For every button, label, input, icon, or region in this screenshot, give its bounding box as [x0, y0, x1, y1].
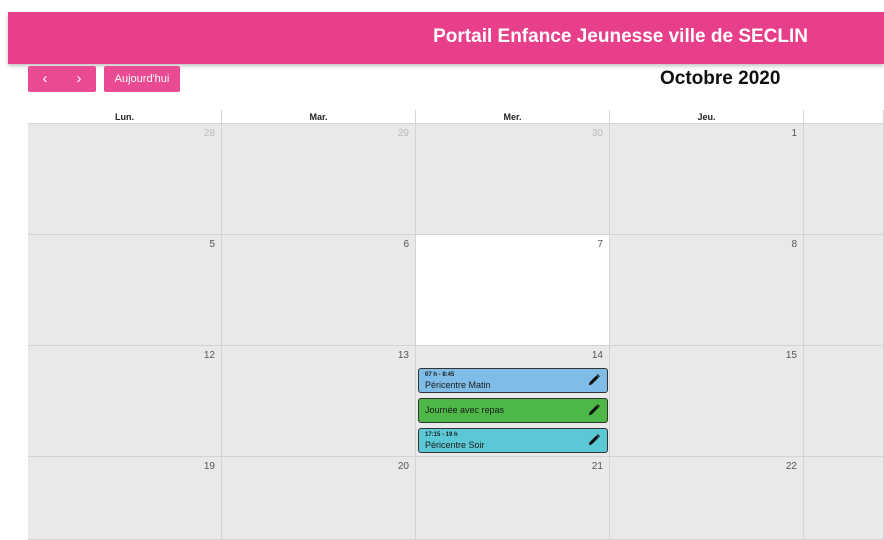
weekday-header-mon: Lun. — [28, 110, 222, 124]
event-title: Journée avec repas — [425, 405, 505, 415]
day-cell[interactable]: 12 — [28, 346, 222, 457]
weekday-header-tue: Mar. — [222, 110, 416, 124]
event-pericentre-soir[interactable]: 17:15 - 19 h Péricentre Soir — [418, 428, 608, 453]
day-cell[interactable]: 15 — [610, 346, 804, 457]
day-cell[interactable]: 1 — [610, 124, 804, 235]
day-number: 22 — [785, 461, 797, 472]
day-number: 15 — [785, 350, 797, 361]
day-cell[interactable]: 13 — [222, 346, 416, 457]
day-number: 12 — [203, 350, 215, 361]
day-cell[interactable] — [804, 124, 884, 235]
event-title: Péricentre Matin — [425, 380, 491, 390]
day-cell[interactable] — [804, 235, 884, 346]
event-time: 07 h - 8:45 — [425, 372, 455, 378]
day-number: 1 — [791, 128, 797, 139]
app-title: Portail Enfance Jeunesse ville de SECLIN — [433, 26, 808, 47]
day-cell[interactable] — [804, 346, 884, 457]
day-cell[interactable]: 21 — [416, 457, 610, 540]
day-number: 13 — [397, 350, 409, 361]
today-button[interactable]: Aujourd'hui — [104, 66, 180, 92]
prev-month-button[interactable]: ‹ — [28, 66, 62, 92]
pencil-icon[interactable] — [587, 373, 601, 387]
event-title: Péricentre Soir — [425, 440, 485, 450]
weekday-header-thu: Jeu. — [610, 110, 804, 124]
day-cell-today[interactable]: 7 — [416, 235, 610, 346]
day-number: 8 — [791, 239, 797, 250]
day-cell[interactable]: 14 07 h - 8:45 Péricentre Matin Journée … — [416, 346, 610, 457]
day-number: 6 — [403, 239, 409, 250]
weekday-header-wed: Mer. — [416, 110, 610, 124]
app-header: Portail Enfance Jeunesse ville de SECLIN — [8, 12, 884, 64]
day-number: 14 — [591, 350, 603, 361]
day-number: 7 — [597, 239, 603, 250]
day-cell[interactable]: 29 — [222, 124, 416, 235]
day-number: 5 — [209, 239, 215, 250]
next-month-button[interactable]: › — [62, 66, 96, 92]
day-cell[interactable]: 5 — [28, 235, 222, 346]
day-cell[interactable]: 6 — [222, 235, 416, 346]
day-cell[interactable] — [804, 457, 884, 540]
day-cell[interactable]: 22 — [610, 457, 804, 540]
day-cell[interactable]: 30 — [416, 124, 610, 235]
month-title: Octobre 2020 — [660, 68, 781, 89]
event-pericentre-matin[interactable]: 07 h - 8:45 Péricentre Matin — [418, 368, 608, 393]
event-journee-avec-repas[interactable]: Journée avec repas — [418, 398, 608, 423]
day-cell[interactable]: 19 — [28, 457, 222, 540]
month-calendar: Lun. Mar. Mer. Jeu. 28 29 30 1 5 6 7 8 1… — [28, 110, 884, 540]
day-number: 28 — [203, 128, 215, 139]
event-time: 17:15 - 19 h — [425, 432, 458, 438]
day-cell[interactable]: 8 — [610, 235, 804, 346]
pencil-icon[interactable] — [587, 433, 601, 447]
day-cell[interactable]: 20 — [222, 457, 416, 540]
day-number: 30 — [591, 128, 603, 139]
month-nav: ‹ › — [28, 66, 96, 92]
weekday-header-fri — [804, 110, 884, 124]
day-number: 19 — [203, 461, 215, 472]
day-cell[interactable]: 28 — [28, 124, 222, 235]
day-number: 20 — [397, 461, 409, 472]
day-number: 29 — [397, 128, 409, 139]
pencil-icon[interactable] — [587, 403, 601, 417]
day-number: 21 — [591, 461, 603, 472]
